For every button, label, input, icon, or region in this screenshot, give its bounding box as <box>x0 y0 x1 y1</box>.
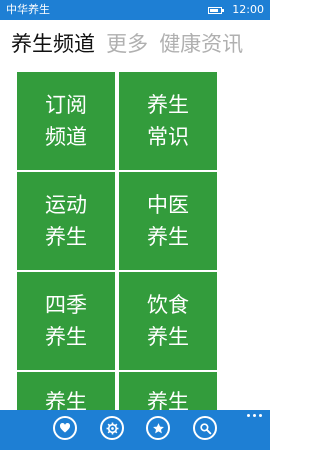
search-button[interactable] <box>193 416 217 440</box>
more-dots-icon[interactable] <box>244 414 262 417</box>
gear-icon <box>106 422 118 434</box>
tile-diet-health[interactable]: 饮食养生 <box>119 272 217 370</box>
tile-subscribe-channel[interactable]: 订阅频道 <box>17 72 115 170</box>
tile-seasonal-health[interactable]: 四季养生 <box>17 272 115 370</box>
tab-more[interactable]: 更多 <box>106 24 148 64</box>
tab-health-news[interactable]: 健康资讯 <box>159 24 243 64</box>
status-bar: 中华养生 12:00 <box>0 0 270 20</box>
tile-tcm-health[interactable]: 中医养生 <box>119 172 217 270</box>
tile-label: 中医养生 <box>147 193 189 249</box>
tile-partial-left[interactable]: 养生 <box>17 372 115 412</box>
tile-label: 养生 <box>147 390 189 412</box>
tile-grid: 订阅频道 养生常识 运动养生 中医养生 四季养生 饮食养生 养生 养生 <box>17 72 219 412</box>
tile-label: 饮食养生 <box>147 293 189 349</box>
star-icon <box>152 422 164 433</box>
bookmark-button[interactable] <box>146 416 170 440</box>
tab-health-channel[interactable]: 养生频道 <box>11 24 95 64</box>
heart-icon <box>59 422 71 433</box>
pivot-header: 养生频道 更多 健康资讯 <box>0 24 270 64</box>
tile-partial-right[interactable]: 养生 <box>119 372 217 412</box>
search-icon <box>199 422 211 434</box>
app-bar <box>0 410 270 450</box>
tile-label: 运动养生 <box>45 193 87 249</box>
tile-label: 订阅频道 <box>45 93 87 149</box>
tile-label: 四季养生 <box>45 293 87 349</box>
status-app-name: 中华养生 <box>6 3 50 16</box>
app-screen: 中华养生 12:00 养生频道 更多 健康资讯 订阅频道 养生常识 运动养生 中… <box>0 0 270 450</box>
battery-icon <box>208 6 225 14</box>
status-indicators: 12:00 <box>208 0 264 20</box>
tile-label: 养生 <box>45 390 87 412</box>
tile-label: 养生常识 <box>147 93 189 149</box>
settings-button[interactable] <box>100 416 124 440</box>
tile-sports-health[interactable]: 运动养生 <box>17 172 115 270</box>
status-time: 12:00 <box>232 3 264 16</box>
favorite-button[interactable] <box>53 416 77 440</box>
tile-health-knowledge[interactable]: 养生常识 <box>119 72 217 170</box>
